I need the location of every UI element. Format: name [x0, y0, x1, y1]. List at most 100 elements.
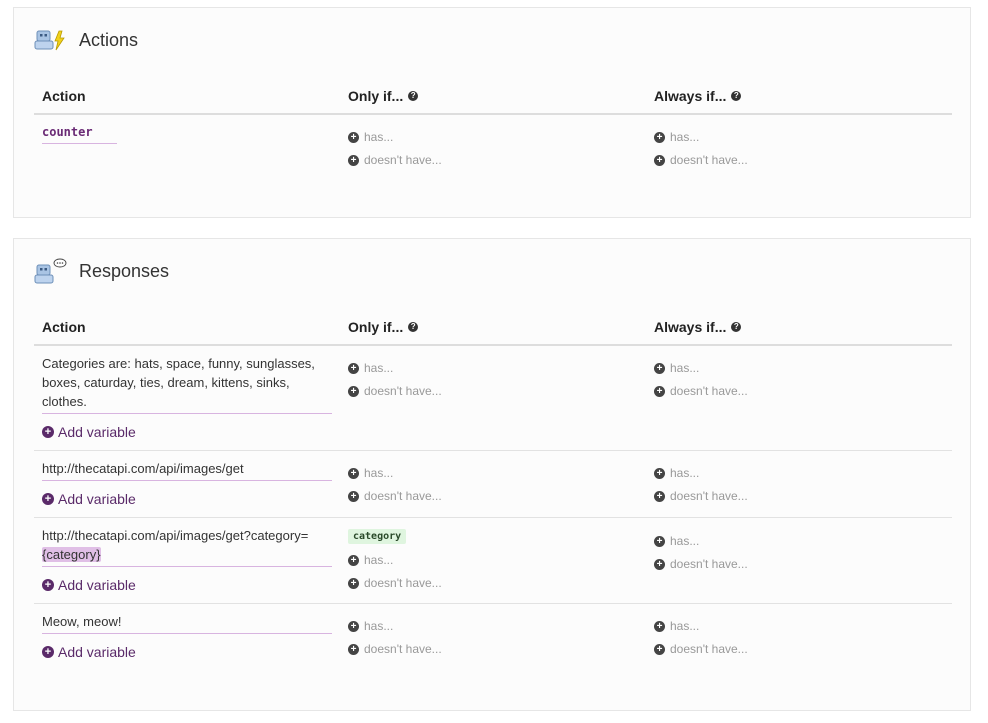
has-label: has...: [670, 534, 700, 548]
col-always-if-label: Always if...: [654, 88, 727, 104]
plus-circle-icon: +: [348, 554, 359, 566]
plus-circle-icon: +: [654, 535, 665, 547]
always-if-has-button[interactable]: + has...: [654, 534, 699, 548]
col-action-label: Action: [42, 319, 86, 335]
has-label: has...: [670, 130, 700, 144]
response-text-field[interactable]: Meow, meow!: [42, 612, 332, 634]
col-action: Action: [42, 88, 86, 104]
response-text-field[interactable]: http://thecatapi.com/api/images/get: [42, 459, 332, 481]
plus-circle-icon: +: [348, 362, 359, 374]
add-variable-label: Add variable: [58, 577, 136, 593]
add-variable-button[interactable]: + Add variable: [42, 644, 136, 660]
only-if-has-button[interactable]: + has...: [348, 619, 393, 633]
always-if-doesnt-have-button[interactable]: + doesn't have...: [654, 489, 748, 503]
response-text-field[interactable]: Categories are: hats, space, funny, sung…: [42, 354, 332, 414]
only-if-has-button[interactable]: + has...: [348, 553, 393, 567]
only-if-doesnt-have-button[interactable]: + doesn't have...: [348, 489, 442, 503]
plus-circle-icon: +: [42, 646, 54, 658]
col-only-if-label: Only if...: [348, 88, 404, 104]
action-name-counter[interactable]: counter: [42, 125, 117, 144]
actions-title: Actions: [79, 29, 139, 50]
help-icon[interactable]: ?: [408, 91, 419, 101]
row-divider: [34, 517, 952, 518]
has-label: has...: [670, 466, 700, 480]
url-text: http://thecatapi.com/api/images/get?cate…: [42, 528, 309, 543]
doesnt-have-label: doesn't have...: [364, 576, 442, 590]
robot-lightning-icon: [34, 27, 67, 53]
plus-circle-icon: +: [42, 426, 54, 438]
only-if-has-button[interactable]: + has...: [348, 130, 393, 144]
always-if-doesnt-have-button[interactable]: + doesn't have...: [654, 642, 748, 656]
always-if-has-button[interactable]: + has...: [654, 130, 699, 144]
add-variable-button[interactable]: + Add variable: [42, 577, 136, 593]
plus-circle-icon: +: [348, 131, 359, 143]
has-label: has...: [364, 130, 394, 144]
plus-circle-icon: +: [654, 490, 665, 502]
robot-speech-icon: [34, 258, 67, 284]
doesnt-have-label: doesn't have...: [670, 557, 748, 571]
add-variable-label: Add variable: [58, 644, 136, 660]
responses-title: Responses: [79, 260, 170, 281]
col-always-if: Always if... ?: [654, 319, 742, 335]
col-action-label: Action: [42, 88, 86, 104]
col-only-if: Only if... ?: [348, 88, 419, 104]
plus-circle-icon: +: [348, 467, 359, 479]
plus-circle-icon: +: [654, 467, 665, 479]
always-if-doesnt-have-button[interactable]: + doesn't have...: [654, 384, 748, 398]
plus-circle-icon: +: [654, 385, 665, 397]
always-if-has-button[interactable]: + has...: [654, 619, 699, 633]
plus-circle-icon: +: [348, 490, 359, 502]
plus-circle-icon: +: [654, 620, 665, 632]
category-tag[interactable]: category: [348, 529, 407, 544]
add-variable-button[interactable]: + Add variable: [42, 491, 136, 507]
always-if-doesnt-have-button[interactable]: + doesn't have...: [654, 153, 748, 167]
col-always-if-label: Always if...: [654, 319, 727, 335]
doesnt-have-label: doesn't have...: [670, 489, 748, 503]
only-if-doesnt-have-button[interactable]: + doesn't have...: [348, 576, 442, 590]
has-label: has...: [364, 619, 394, 633]
only-if-doesnt-have-button[interactable]: + doesn't have...: [348, 642, 442, 656]
plus-circle-icon: +: [348, 577, 359, 589]
col-always-if: Always if... ?: [654, 88, 742, 104]
plus-circle-icon: +: [654, 643, 665, 655]
plus-circle-icon: +: [654, 362, 665, 374]
has-label: has...: [364, 553, 394, 567]
plus-circle-icon: +: [654, 154, 665, 166]
only-if-has-button[interactable]: + has...: [348, 361, 393, 375]
only-if-doesnt-have-button[interactable]: + doesn't have...: [348, 384, 442, 398]
response-text-field[interactable]: http://thecatapi.com/api/images/get?cate…: [42, 526, 332, 567]
col-action: Action: [42, 319, 86, 335]
add-variable-label: Add variable: [58, 491, 136, 507]
has-label: has...: [670, 361, 700, 375]
doesnt-have-label: doesn't have...: [670, 384, 748, 398]
doesnt-have-label: doesn't have...: [670, 153, 748, 167]
help-icon[interactable]: ?: [408, 322, 419, 332]
has-label: has...: [364, 466, 394, 480]
plus-circle-icon: +: [348, 643, 359, 655]
always-if-has-button[interactable]: + has...: [654, 361, 699, 375]
doesnt-have-label: doesn't have...: [364, 384, 442, 398]
doesnt-have-label: doesn't have...: [364, 489, 442, 503]
doesnt-have-label: doesn't have...: [364, 642, 442, 656]
always-if-has-button[interactable]: + has...: [654, 466, 699, 480]
plus-circle-icon: +: [42, 579, 54, 591]
always-if-doesnt-have-button[interactable]: + doesn't have...: [654, 557, 748, 571]
col-only-if-label: Only if...: [348, 319, 404, 335]
help-icon[interactable]: ?: [731, 91, 742, 101]
has-label: has...: [364, 361, 394, 375]
row-divider: [34, 450, 952, 451]
add-variable-button[interactable]: + Add variable: [42, 424, 136, 440]
only-if-doesnt-have-button[interactable]: + doesn't have...: [348, 153, 442, 167]
header-divider: [34, 344, 952, 346]
plus-circle-icon: +: [42, 493, 54, 505]
plus-circle-icon: +: [348, 620, 359, 632]
only-if-has-button[interactable]: + has...: [348, 466, 393, 480]
doesnt-have-label: doesn't have...: [670, 642, 748, 656]
help-icon[interactable]: ?: [731, 322, 742, 332]
plus-circle-icon: +: [654, 558, 665, 570]
add-variable-label: Add variable: [58, 424, 136, 440]
plus-circle-icon: +: [348, 385, 359, 397]
plus-circle-icon: +: [654, 131, 665, 143]
responses-panel: Responses Action Only if... ? Always if.…: [13, 238, 971, 711]
col-only-if: Only if... ?: [348, 319, 419, 335]
